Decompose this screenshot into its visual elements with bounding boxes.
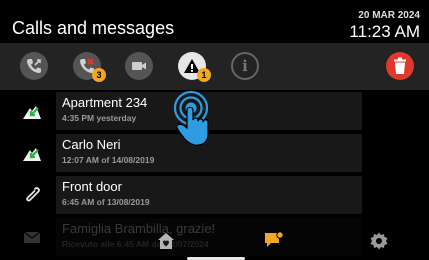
- delete-button[interactable]: [386, 52, 414, 80]
- nav-messages-button[interactable]: [262, 230, 286, 252]
- list-item-name: Carlo Neri: [62, 137, 121, 152]
- home-icon: [158, 233, 174, 249]
- list-item-time: 12:07 AM of 14/08/2019: [62, 155, 155, 165]
- list-item-name: Apartment 234: [62, 95, 148, 110]
- date-label: 20 MAR 2024: [358, 10, 420, 21]
- header: Calls and messages 20 MAR 2024 11:23 AM: [0, 0, 429, 43]
- messages-icon: [265, 231, 284, 247]
- time-label: 11:23 AM: [349, 22, 420, 41]
- info-icon: i: [242, 57, 248, 75]
- filter-missed-calls-button[interactable]: 3: [73, 52, 106, 82]
- nav-home-button[interactable]: [154, 230, 178, 252]
- attachment-icon: [26, 187, 40, 202]
- alerts-badge: 1: [197, 68, 211, 82]
- filter-info-button[interactable]: i: [231, 52, 259, 80]
- list-item-time: 6:45 AM of 13/08/2019: [62, 197, 150, 207]
- all-calls-icon: [27, 59, 41, 73]
- page-title: Calls and messages: [12, 18, 175, 38]
- nav-settings-button[interactable]: [367, 230, 391, 252]
- missed-calls-badge: 3: [92, 68, 106, 82]
- filter-all-calls-button[interactable]: [20, 52, 48, 80]
- incoming-call-icon: [23, 106, 41, 119]
- incoming-call-icon: [23, 148, 41, 161]
- filter-toolbar: 3 1 i: [0, 43, 429, 90]
- bottom-nav: [0, 224, 429, 260]
- filter-video-button[interactable]: [125, 52, 153, 80]
- list-item-card: Front door 6:45 AM of 13/08/2019: [56, 176, 362, 214]
- list-item-time: 4:35 PM yesterday: [62, 113, 137, 123]
- settings-icon: [370, 232, 388, 250]
- list-item[interactable]: Front door 6:45 AM of 13/08/2019: [0, 174, 429, 216]
- video-icon: [132, 62, 146, 70]
- filter-alerts-button[interactable]: 1: [178, 52, 211, 82]
- app-screen: Calls and messages 20 MAR 2024 11:23 AM …: [0, 0, 429, 260]
- trash-icon: [394, 57, 406, 74]
- touch-gesture-icon: [173, 90, 209, 146]
- list-item-name: Front door: [62, 179, 122, 194]
